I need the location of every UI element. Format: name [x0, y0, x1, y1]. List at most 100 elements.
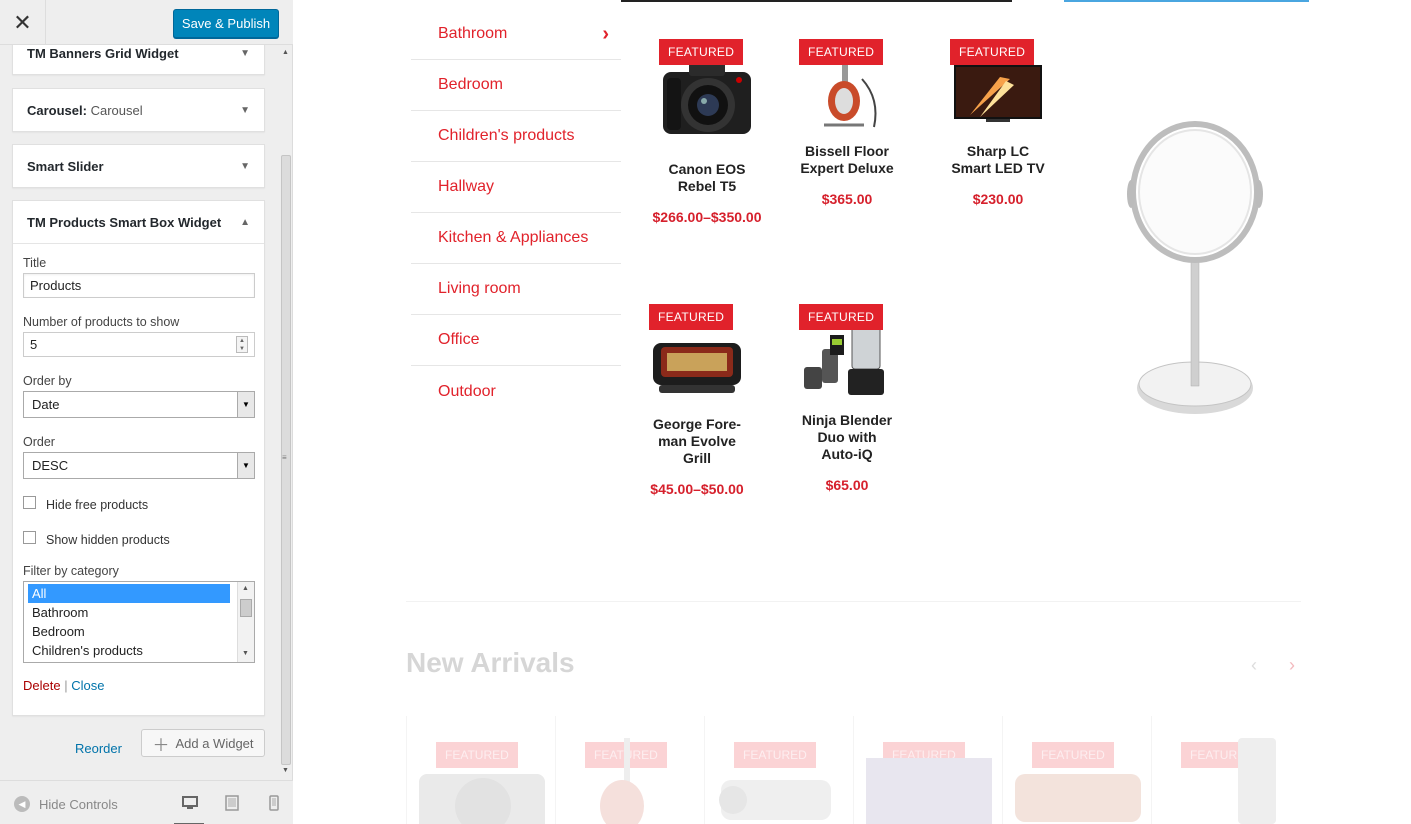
dropdown-arrow-icon[interactable]: ▼: [237, 453, 254, 478]
order-label: Order: [23, 435, 55, 449]
show-hidden-checkbox[interactable]: [23, 530, 36, 544]
spinner-icon[interactable]: ▲ ▼: [236, 336, 248, 353]
faded-product-card[interactable]: FEATURED: [1151, 716, 1301, 824]
carousel-prev-icon[interactable]: ‹: [1251, 655, 1257, 676]
caret-down-icon[interactable]: ▼: [240, 105, 250, 116]
category-item-outdoor[interactable]: Outdoor: [411, 366, 621, 417]
featured-badge: FEATURED: [799, 39, 884, 65]
dropdown-arrow-icon[interactable]: ▼: [237, 392, 254, 417]
carousel-next-icon[interactable]: ›: [1289, 655, 1295, 676]
reorder-link[interactable]: Reorder: [75, 741, 122, 756]
product-name[interactable]: Bissell Floor Expert Deluxe: [782, 143, 912, 177]
category-item-bedroom[interactable]: Bedroom: [411, 60, 621, 111]
hide-controls-label: Hide Controls: [39, 796, 118, 812]
hide-free-checkbox[interactable]: [23, 495, 36, 509]
category-menu: Bathroom › Bedroom Children's products Ha…: [411, 9, 621, 417]
widget-title: TM Banners Grid Widget: [27, 45, 179, 61]
widget-carousel[interactable]: Carousel: Carousel ▼: [12, 88, 265, 132]
widget-header[interactable]: Smart Slider ▼: [13, 145, 264, 187]
category-listbox[interactable]: All Bathroom Bedroom Children's products…: [23, 581, 255, 663]
blender-icon: [804, 324, 884, 395]
widget-title: Carousel: Carousel: [27, 102, 143, 118]
scroll-thumb[interactable]: [240, 599, 252, 617]
add-widget-button[interactable]: ＋ Add a Widget: [141, 729, 265, 757]
faded-product-card[interactable]: FEATURED: [1002, 716, 1152, 824]
faded-product-card[interactable]: FEATURED: [555, 716, 705, 824]
category-item-hallway[interactable]: Hallway: [411, 162, 621, 213]
caret-up-icon[interactable]: ▲: [240, 217, 250, 228]
widget-products-smart-box: TM Products Smart Box Widget ▲ Title Pro…: [12, 200, 265, 716]
orderby-select[interactable]: Date ▼: [23, 391, 255, 418]
product-card[interactable]: FEATURED Bissell Floor Expert Deluxe $36…: [782, 39, 912, 207]
widget-header[interactable]: TM Products Smart Box Widget ▲: [13, 201, 264, 243]
title-input[interactable]: Products: [23, 273, 255, 298]
product-price: $266.00–$350.00: [652, 209, 762, 225]
category-item-childrens[interactable]: Children's products: [411, 111, 621, 162]
close-customizer-button[interactable]: ✕: [0, 0, 46, 45]
category-item-office[interactable]: Office: [411, 315, 621, 366]
listbox-option[interactable]: All: [28, 584, 230, 603]
section-divider: [406, 601, 1301, 602]
product-name[interactable]: Sharp LC Smart LED TV: [933, 143, 1063, 177]
product-image[interactable]: FEATURED: [933, 39, 1063, 131]
product-name[interactable]: Ninja Blender Duo with Auto-iQ: [782, 412, 912, 463]
caret-down-icon[interactable]: ▼: [240, 161, 250, 172]
category-item-kitchen[interactable]: Kitchen & Appliances: [411, 213, 621, 264]
new-arrivals-carousel: FEATURED FEATURED FEATURED FEATURED FEAT…: [406, 716, 1301, 824]
widget-banners-grid[interactable]: TM Banners Grid Widget ▼: [12, 45, 265, 75]
widgets-panel: TM Banners Grid Widget ▼ Carousel: Carou…: [0, 45, 280, 780]
scroll-down-icon[interactable]: ▼: [242, 650, 249, 657]
mobile-icon[interactable]: [266, 795, 282, 811]
scroll-up-icon[interactable]: ▲: [282, 49, 289, 56]
faded-product-card[interactable]: FEATURED: [406, 716, 556, 824]
widget-header[interactable]: Carousel: Carousel ▼: [13, 89, 264, 131]
product-card[interactable]: FEATURED Ninja Blender Duo with Auto-iQ …: [782, 304, 912, 493]
save-publish-button[interactable]: Save & Publish: [173, 9, 279, 38]
mirror-banner-image[interactable]: [1120, 118, 1270, 428]
close-icon: ✕: [13, 9, 32, 35]
sidebar-scrollbar[interactable]: ▲ ≡ ▼: [280, 45, 292, 780]
tablet-icon[interactable]: [224, 795, 240, 811]
widget-form: Title Products Number of products to sho…: [13, 243, 264, 715]
listbox-option[interactable]: Children's products: [28, 641, 230, 660]
close-link[interactable]: Close: [71, 678, 104, 693]
hide-free-row[interactable]: Hide free products: [23, 495, 254, 515]
scroll-up-icon[interactable]: ▲: [242, 585, 249, 592]
show-hidden-label: Show hidden products: [46, 533, 170, 547]
product-price: $65.00: [825, 477, 869, 493]
delete-link[interactable]: Delete: [23, 678, 61, 693]
hide-free-label: Hide free products: [46, 498, 149, 512]
widget-title: Smart Slider: [27, 158, 104, 174]
product-image[interactable]: FEATURED: [782, 39, 912, 131]
product-image[interactable]: FEATURED: [782, 304, 912, 400]
faded-product-card[interactable]: FEATURED: [704, 716, 854, 824]
category-item-living-room[interactable]: Living room: [411, 264, 621, 315]
count-value: 5: [30, 337, 38, 352]
top-border-accent: [1064, 0, 1309, 2]
product-name[interactable]: Canon EOS Rebel T5: [642, 161, 772, 195]
desktop-icon[interactable]: [174, 795, 204, 824]
product-image[interactable]: FEATURED: [632, 304, 762, 404]
hide-controls-button[interactable]: ◀ Hide Controls: [14, 796, 118, 812]
add-widget-label: Add a Widget: [175, 735, 254, 751]
product-card[interactable]: FEATURED Sharp LC Smart LED TV $230.00: [933, 39, 1063, 207]
count-stepper[interactable]: 5 ▲ ▼: [23, 332, 255, 357]
faded-product-card[interactable]: FEATURED: [853, 716, 1003, 824]
product-name[interactable]: George Fore-man Evolve Grill: [632, 416, 762, 467]
product-card[interactable]: FEATURED George Fore-man Evolve Grill $4…: [632, 304, 762, 497]
product-image[interactable]: FEATURED: [642, 39, 772, 149]
category-item-bathroom[interactable]: Bathroom ›: [411, 9, 621, 60]
featured-badge: FEATURED: [1032, 742, 1114, 768]
listbox-scrollbar[interactable]: ▲ ▼: [237, 582, 254, 662]
order-select[interactable]: DESC ▼: [23, 452, 255, 479]
listbox-option[interactable]: Bathroom: [28, 603, 230, 622]
listbox-option[interactable]: Bedroom: [28, 622, 230, 641]
widget-actions: Delete | Close: [23, 678, 254, 693]
widget-smart-slider[interactable]: Smart Slider ▼: [12, 144, 265, 188]
product-card[interactable]: FEATURED Canon EOS Rebel T5 $266.00–$350…: [642, 39, 772, 225]
product-price: $45.00–$50.00: [650, 481, 744, 497]
scroll-down-icon[interactable]: ▼: [282, 767, 289, 774]
show-hidden-row[interactable]: Show hidden products: [23, 530, 254, 550]
caret-down-icon[interactable]: ▼: [240, 48, 250, 59]
widget-header[interactable]: TM Banners Grid Widget ▼: [13, 45, 264, 74]
